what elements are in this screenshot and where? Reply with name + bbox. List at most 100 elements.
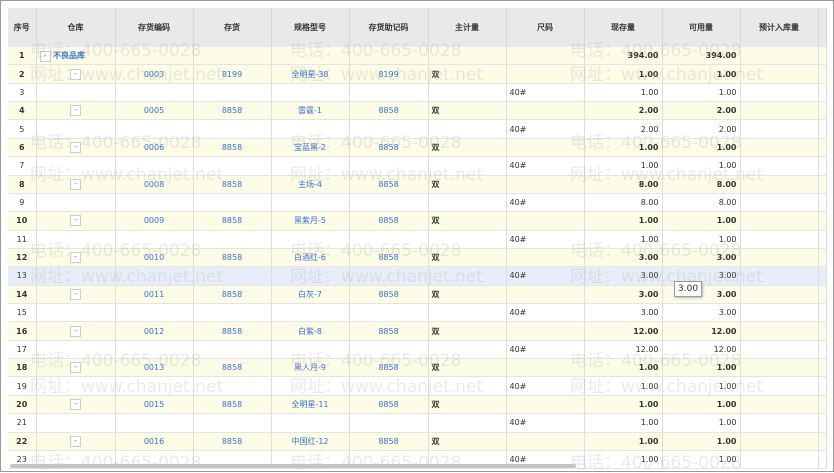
inventory-link[interactable]: 8858: [193, 358, 272, 378]
table-row[interactable]: 16-0012 8858 白紫-8 8858 双 12.00 12.00: [8, 321, 827, 341]
expand-toggle-button[interactable]: -: [70, 215, 81, 227]
col-header-spec[interactable]: 规格型号: [271, 8, 350, 47]
spec-link[interactable]: [271, 266, 350, 286]
mnemonic-link[interactable]: 8199: [349, 64, 429, 84]
mnemonic-link[interactable]: [349, 119, 429, 139]
spec-link[interactable]: [271, 47, 350, 66]
inventory-link[interactable]: 8858: [193, 321, 272, 341]
inventory-code-link[interactable]: 0003: [115, 64, 194, 84]
mnemonic-link[interactable]: [349, 47, 429, 66]
col-header-code[interactable]: 存货编码: [115, 8, 194, 47]
inventory-link[interactable]: [193, 266, 272, 286]
table-row[interactable]: 11 40# 1.00 1.00: [8, 230, 827, 249]
table-row[interactable]: 9 40# 8.00 8.00: [8, 193, 827, 213]
table-row[interactable]: 18-0013 8858 黑人月-9 8858 双 1.00 1.00: [8, 358, 827, 378]
spec-link[interactable]: 全明星-11: [271, 395, 350, 415]
spec-link[interactable]: 黑人月-9: [271, 358, 350, 378]
expand-toggle-button[interactable]: -: [70, 435, 81, 447]
spec-link[interactable]: [271, 413, 350, 433]
spec-link[interactable]: [271, 376, 350, 396]
inventory-code-link[interactable]: 0012: [115, 321, 194, 341]
inventory-code-link[interactable]: 0011: [115, 285, 194, 305]
expand-toggle-button[interactable]: -: [70, 288, 81, 300]
table-row[interactable]: 6-0006 8858 宝蓝黑-2 8858 双 1.00 1.00: [8, 138, 827, 158]
mnemonic-link[interactable]: 8858: [349, 321, 429, 341]
inventory-link[interactable]: 8858: [193, 285, 272, 305]
spec-link[interactable]: [271, 193, 350, 213]
mnemonic-link[interactable]: 8858: [349, 248, 429, 268]
spec-link[interactable]: 雷霆-1: [271, 101, 350, 121]
inventory-code-link[interactable]: [115, 156, 194, 176]
mnemonic-link[interactable]: 8858: [349, 432, 429, 451]
spec-link[interactable]: 白酒红-6: [271, 248, 350, 268]
spec-link[interactable]: [271, 230, 350, 249]
col-header-no[interactable]: 序号: [8, 8, 37, 47]
table-row[interactable]: 3 40# 1.00 1.00: [8, 83, 827, 103]
inventory-link[interactable]: [193, 83, 272, 103]
horizontal-scrollbar[interactable]: [10, 464, 576, 468]
table-row[interactable]: 15 40# 3.00 3.00: [8, 303, 827, 323]
col-header-size[interactable]: 尺码: [506, 8, 585, 47]
inventory-code-link[interactable]: 0008: [115, 175, 194, 194]
table-row[interactable]: 14-0011 8858 白灰-7 8858 双 3.00 3.00: [8, 285, 827, 305]
mnemonic-link[interactable]: [349, 266, 429, 286]
spec-link[interactable]: 中国红-12: [271, 432, 350, 451]
spec-link[interactable]: [271, 156, 350, 176]
table-row[interactable]: 13 40# 3.00 3.00: [8, 266, 827, 286]
mnemonic-link[interactable]: [349, 303, 429, 323]
inventory-code-link[interactable]: 0005: [115, 101, 194, 121]
inventory-code-link[interactable]: 0015: [115, 395, 194, 415]
expand-toggle-button[interactable]: -: [70, 178, 81, 190]
col-header-expected[interactable]: 预计入库量: [740, 8, 819, 47]
inventory-link[interactable]: [193, 303, 272, 323]
inventory-code-link[interactable]: [115, 266, 194, 286]
table-row[interactable]: 20-0015 8858 全明星-11 8858 双 1.00 1.00: [8, 395, 827, 415]
mnemonic-link[interactable]: [349, 230, 429, 249]
inventory-link[interactable]: [193, 193, 272, 213]
table-row[interactable]: 4-0005 8858 雷霆-1 8858 双 2.00 2.00: [8, 101, 827, 121]
mnemonic-link[interactable]: 8858: [349, 285, 429, 305]
spec-link[interactable]: [271, 340, 350, 360]
spec-link[interactable]: 白紫-8: [271, 321, 350, 341]
inventory-link[interactable]: [193, 156, 272, 176]
inventory-link[interactable]: [193, 119, 272, 139]
col-header-mnemonic[interactable]: 存货助记码: [349, 8, 429, 47]
spec-link[interactable]: 主场-4: [271, 175, 350, 194]
inventory-code-link[interactable]: [115, 230, 194, 249]
inventory-code-link[interactable]: 0013: [115, 358, 194, 378]
inventory-link[interactable]: [193, 340, 272, 360]
col-header-warehouse[interactable]: 仓库: [36, 8, 116, 47]
inventory-link[interactable]: 8199: [193, 64, 272, 84]
warehouse-link[interactable]: 不良品库: [53, 51, 85, 60]
mnemonic-link[interactable]: 8858: [349, 211, 429, 231]
inventory-link[interactable]: 8858: [193, 138, 272, 158]
table-row[interactable]: 17 40# 12.00 12.00: [8, 340, 827, 360]
spec-link[interactable]: [271, 303, 350, 323]
mnemonic-link[interactable]: 8858: [349, 175, 429, 194]
inventory-link[interactable]: [193, 413, 272, 433]
inventory-link[interactable]: 8858: [193, 248, 272, 268]
inventory-link[interactable]: [193, 47, 272, 66]
mnemonic-link[interactable]: [349, 376, 429, 396]
table-row[interactable]: 21 40# 1.00 1.00: [8, 413, 827, 433]
col-header-onhand[interactable]: 现存量: [584, 8, 663, 47]
inventory-link[interactable]: 8858: [193, 432, 272, 451]
col-header-unit[interactable]: 主计量: [428, 8, 507, 47]
spec-link[interactable]: [271, 83, 350, 103]
inventory-link[interactable]: 8858: [193, 211, 272, 231]
inventory-code-link[interactable]: [115, 193, 194, 213]
spec-link[interactable]: 全明星-38: [271, 64, 350, 84]
mnemonic-link[interactable]: [349, 156, 429, 176]
mnemonic-link[interactable]: 8858: [349, 358, 429, 378]
mnemonic-link[interactable]: [349, 340, 429, 360]
table-row[interactable]: 19 40# 1.00 1.00: [8, 376, 827, 396]
expand-toggle-button[interactable]: -: [70, 252, 81, 264]
inventory-link[interactable]: [193, 376, 272, 396]
spec-link[interactable]: [271, 119, 350, 139]
table-row[interactable]: 7 40# 1.00 1.00: [8, 156, 827, 176]
table-row[interactable]: 2-0003 8199 全明星-38 8199 双 1.00 1.00: [8, 64, 827, 84]
inventory-link[interactable]: 8858: [193, 395, 272, 415]
table-row[interactable]: 22-0016 8858 中国红-12 8858 双 1.00 1.00: [8, 432, 827, 451]
inventory-code-link[interactable]: 0009: [115, 211, 194, 231]
inventory-code-link[interactable]: 0006: [115, 138, 194, 158]
